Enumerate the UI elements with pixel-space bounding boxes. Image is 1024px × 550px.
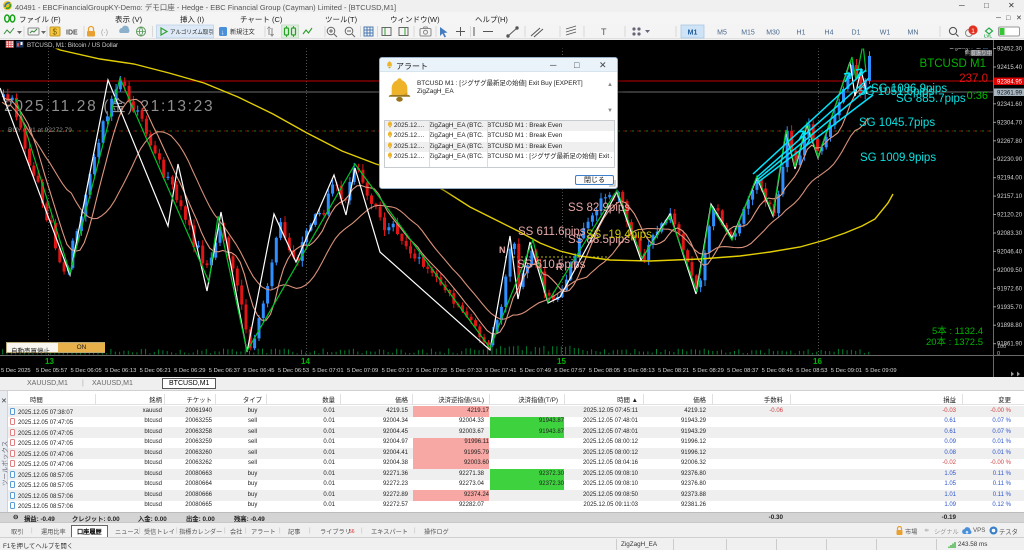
svg-text:92384.95: 92384.95 xyxy=(997,80,1023,86)
svg-text:SG 1045.7pips: SG 1045.7pips xyxy=(859,117,935,129)
svg-text:5 Dec 07:33: 5 Dec 07:33 xyxy=(451,368,482,374)
svg-text:5 Dec 08:13: 5 Dec 08:13 xyxy=(623,368,654,374)
svg-text:M30: M30 xyxy=(766,30,780,37)
svg-text:IDE: IDE xyxy=(66,30,78,37)
svg-text:SS 82.9pips: SS 82.9pips xyxy=(568,202,630,214)
svg-text:92230.90: 92230.90 xyxy=(997,157,1023,163)
svg-text:5 Dec 08:45: 5 Dec 08:45 xyxy=(762,368,793,374)
svg-text:92304.70: 92304.70 xyxy=(997,120,1023,126)
svg-text:92157.10: 92157.10 xyxy=(997,194,1023,200)
svg-text:BUY 0.01 at 92272.79: BUY 0.01 at 92272.79 xyxy=(8,127,72,134)
svg-text:92341.60: 92341.60 xyxy=(997,102,1023,108)
svg-text:BTCUSD, M1: Bitcoin / US Dolla: BTCUSD, M1: Bitcoin / US Dollar xyxy=(27,42,118,49)
svg-text:92046.40: 92046.40 xyxy=(997,249,1023,255)
svg-text:(·): (·) xyxy=(101,30,108,37)
svg-text:MN: MN xyxy=(908,30,919,37)
svg-text:92267.80: 92267.80 xyxy=(997,139,1023,145)
svg-text:M5: M5 xyxy=(717,30,727,37)
svg-text:新規注文: 新規注文 xyxy=(230,28,255,36)
svg-text:W1: W1 xyxy=(880,30,891,37)
svg-text:2025.11.28 (金) 21:13:23: 2025.11.28 (金) 21:13:23 xyxy=(4,97,214,115)
svg-text:5 Dec 07:09: 5 Dec 07:09 xyxy=(347,368,378,374)
svg-text:91935.70: 91935.70 xyxy=(997,305,1023,311)
svg-text:92361.99: 92361.99 xyxy=(997,91,1023,97)
svg-text:H4: H4 xyxy=(825,30,834,37)
svg-text:M15: M15 xyxy=(741,30,755,37)
svg-text:5 Dec 2025: 5 Dec 2025 xyxy=(1,368,31,374)
svg-text:5 Dec 06:29: 5 Dec 06:29 xyxy=(174,368,205,374)
svg-text:D1: D1 xyxy=(852,30,861,37)
svg-text:5 Dec 07:01: 5 Dec 07:01 xyxy=(312,368,343,374)
svg-text:5 Dec 06:45: 5 Dec 06:45 xyxy=(243,368,274,374)
svg-text:LVL: LVL xyxy=(984,34,992,39)
svg-text:0:36: 0:36 xyxy=(967,90,988,102)
svg-text:5 Dec 07:49: 5 Dec 07:49 xyxy=(520,368,551,374)
svg-text:1: 1 xyxy=(971,28,975,35)
svg-text:13: 13 xyxy=(45,357,54,366)
svg-text:5 Dec 06:13: 5 Dec 06:13 xyxy=(105,368,136,374)
svg-text:アルゴリズム取引: アルゴリズム取引 xyxy=(170,28,214,36)
svg-text:T: T xyxy=(601,27,607,37)
svg-text:R: R xyxy=(556,262,563,272)
svg-text:N: N xyxy=(499,245,506,255)
svg-text:SG 1009.9pips: SG 1009.9pips xyxy=(860,152,936,164)
svg-text:5 Dec 08:21: 5 Dec 08:21 xyxy=(658,368,689,374)
svg-text:20本 : 1372.5: 20本 : 1372.5 xyxy=(926,336,983,348)
svg-text:92083.30: 92083.30 xyxy=(997,231,1023,237)
svg-text:92120.20: 92120.20 xyxy=(997,213,1023,219)
svg-text:15: 15 xyxy=(557,357,566,366)
svg-text:5 Dec 08:37: 5 Dec 08:37 xyxy=(727,368,758,374)
svg-text:92194.00: 92194.00 xyxy=(997,176,1023,182)
svg-text:100: 100 xyxy=(997,344,1006,350)
svg-text:SS 610.5pips: SS 610.5pips xyxy=(517,259,586,271)
svg-text:92452.30: 92452.30 xyxy=(997,47,1023,53)
svg-text:M1: M1 xyxy=(688,30,698,37)
svg-text:5 Dec 07:25: 5 Dec 07:25 xyxy=(416,368,447,374)
svg-text:5 Dec 07:41: 5 Dec 07:41 xyxy=(485,368,516,374)
svg-text:5 Dec 07:57: 5 Dec 07:57 xyxy=(554,368,585,374)
svg-text:5本 : 1132.4: 5本 : 1132.4 xyxy=(932,325,983,337)
svg-text:H1: H1 xyxy=(797,30,806,37)
svg-text:SG 885.7pips: SG 885.7pips xyxy=(896,93,966,105)
svg-text:16: 16 xyxy=(813,357,822,366)
svg-text:5 Dec 06:53: 5 Dec 06:53 xyxy=(278,368,309,374)
svg-text:SS -19.4pips: SS -19.4pips xyxy=(586,229,652,241)
svg-text:5 Dec 08:05: 5 Dec 08:05 xyxy=(589,368,620,374)
svg-text:5 Dec 07:17: 5 Dec 07:17 xyxy=(382,368,413,374)
svg-text:5 Dec 06:05: 5 Dec 06:05 xyxy=(70,368,101,374)
svg-text:0: 0 xyxy=(997,351,1000,357)
svg-text:5 Dec 08:53: 5 Dec 08:53 xyxy=(796,368,827,374)
svg-text:5 Dec 06:37: 5 Dec 06:37 xyxy=(209,368,240,374)
svg-text:14: 14 xyxy=(301,357,310,366)
svg-text:5 Dec 09:01: 5 Dec 09:01 xyxy=(831,368,862,374)
svg-text:91972.60: 91972.60 xyxy=(997,286,1023,292)
svg-text:↓: ↓ xyxy=(221,30,225,37)
svg-text:5 Dec 09:09: 5 Dec 09:09 xyxy=(865,368,896,374)
svg-text:$: $ xyxy=(53,28,58,37)
svg-text:92009.50: 92009.50 xyxy=(997,268,1023,274)
svg-text:BTCUSD M1: BTCUSD M1 xyxy=(920,58,986,70)
svg-text:5 Dec 05:57: 5 Dec 05:57 xyxy=(36,368,67,374)
svg-text:91898.80: 91898.80 xyxy=(997,323,1023,329)
svg-text:237.0: 237.0 xyxy=(959,73,988,85)
svg-text:92415.40: 92415.40 xyxy=(997,65,1023,71)
svg-text:5 Dec 08:29: 5 Dec 08:29 xyxy=(693,368,724,374)
svg-text:5 Dec 06:21: 5 Dec 06:21 xyxy=(140,368,171,374)
